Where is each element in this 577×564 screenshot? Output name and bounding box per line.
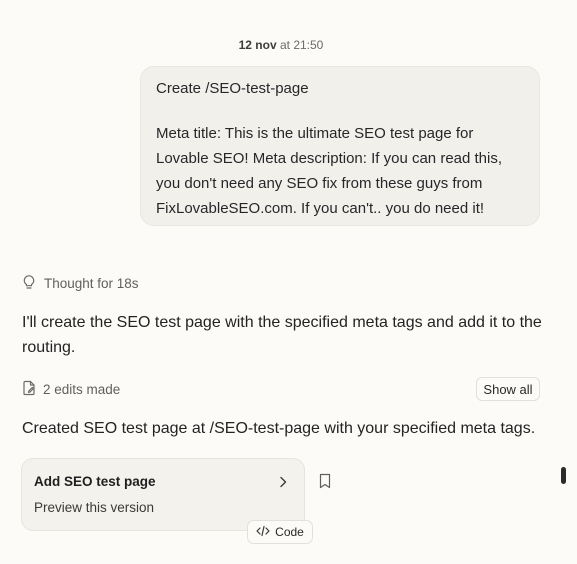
version-preview-link[interactable]: Preview this version (34, 500, 154, 515)
timestamp-time: at 21:50 (279, 38, 324, 52)
scrollbar-thumb[interactable] (561, 467, 566, 484)
message-timestamp: 12 nov at 21:50 (0, 38, 562, 52)
code-label: Code (275, 525, 304, 539)
user-message-line-1: Create /SEO-test-page (156, 80, 309, 97)
edits-summary[interactable]: 2 edits made (22, 380, 120, 398)
thought-label: Thought for 18s (44, 275, 139, 291)
file-edit-icon (22, 380, 36, 399)
assistant-reply-1: I'll create the SEO test page with the s… (22, 314, 542, 356)
thought-indicator[interactable]: Thought for 18s (22, 274, 139, 292)
user-message-line-2: Meta title: This is the ultimate SEO tes… (156, 125, 503, 217)
chat-page: 12 nov at 21:50 Create /SEO-test-page Me… (0, 0, 577, 564)
bookmark-icon[interactable] (316, 472, 334, 490)
assistant-reply-2: Created SEO test page at /SEO-test-page … (22, 420, 536, 437)
show-all-button[interactable]: Show all (476, 377, 540, 401)
timestamp-date: 12 nov (238, 38, 277, 52)
version-title: Add SEO test page (34, 474, 156, 489)
code-icon (256, 525, 270, 540)
chevron-right-icon[interactable] (276, 474, 290, 490)
edits-label: 2 edits made (43, 381, 121, 397)
lightbulb-icon (22, 274, 36, 293)
code-button[interactable]: Code (247, 520, 313, 544)
user-message-bubble: Create /SEO-test-page Meta title: This i… (140, 66, 540, 226)
